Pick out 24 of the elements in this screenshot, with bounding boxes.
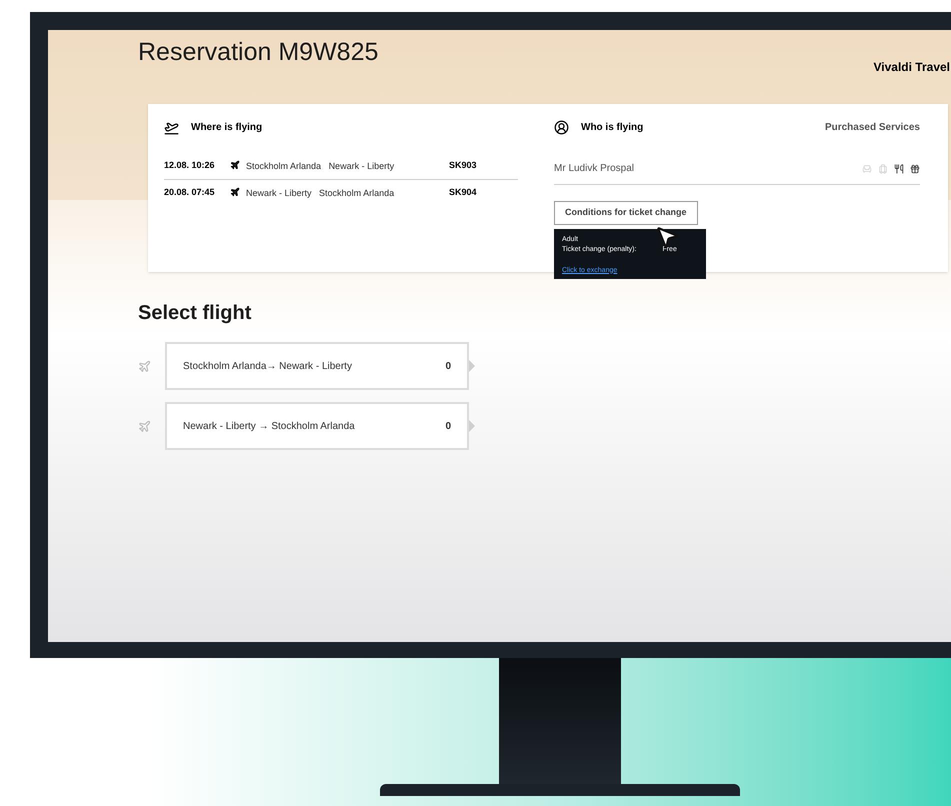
plane-icon [138, 360, 151, 372]
flight-datetime: 20.08. 07:45 [164, 186, 216, 199]
conditions-button[interactable]: Conditions for ticket change [554, 201, 698, 224]
reservation-title: Reservation M9W825 [138, 37, 378, 68]
flight-option[interactable]: Stockholm Arlanda→ Newark - Liberty 0 [165, 342, 469, 390]
plane-icon [230, 160, 240, 170]
chevron-icon [469, 360, 475, 372]
services-heading: Purchased Services [824, 121, 920, 135]
plane-icon [138, 420, 151, 432]
flight-number: SK904 [449, 186, 477, 199]
flight-option[interactable]: Newark - Liberty → Stockholm Arlanda 0 [165, 402, 469, 450]
panel-heading: Where is flying [191, 121, 262, 135]
section-heading: Select flight [138, 301, 252, 326]
brand-name: Vivaldi Travel [874, 59, 950, 76]
flight-number: SK903 [449, 159, 477, 172]
flight-datetime: 12.08. 10:26 [164, 159, 216, 172]
passenger-name: Mr Ludivk Prospal [554, 162, 634, 176]
plane-takeoff-icon [164, 120, 179, 135]
panel-heading: Who is flying [581, 121, 644, 135]
flight-route: Newark - Liberty Stockholm Arlanda [246, 187, 396, 200]
chevron-icon [469, 420, 475, 432]
flight-route: Stockholm Arlanda Newark - Liberty [246, 160, 396, 173]
plane-icon [230, 187, 240, 197]
user-icon [554, 120, 569, 135]
